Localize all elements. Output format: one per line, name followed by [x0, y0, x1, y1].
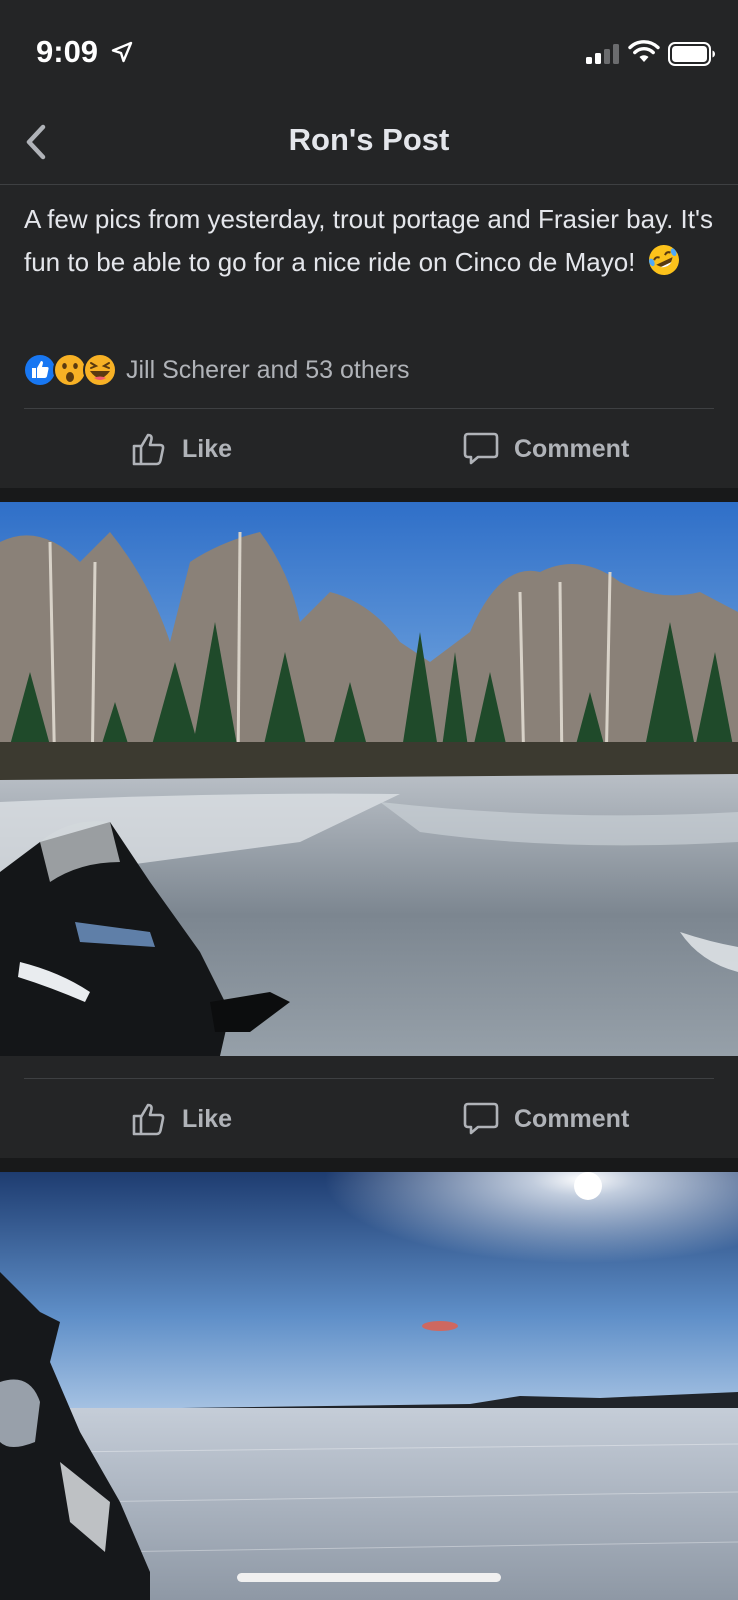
comment-bubble-icon	[463, 432, 499, 465]
battery-icon	[668, 42, 715, 66]
like-button[interactable]: Like	[130, 1081, 232, 1157]
page-title: Ron's Post	[288, 122, 450, 157]
comment-label: Comment	[514, 1104, 630, 1133]
nav-bar: Ron's Post	[0, 100, 738, 185]
reactions-summary-text: Jill Scherer and 53 others	[126, 355, 410, 384]
post-body: A few pics from yesterday, trout portage…	[24, 198, 714, 284]
divider	[24, 1078, 714, 1079]
post-action-bar: Like Comment	[0, 411, 738, 487]
post-text: A few pics from yesterday, trout portage…	[24, 204, 713, 277]
section-separator	[0, 488, 738, 502]
thumbs-up-icon	[132, 1103, 165, 1136]
reactions-summary[interactable]: Jill Scherer and 53 others	[22, 352, 409, 388]
home-indicator[interactable]	[237, 1573, 501, 1582]
rolling-on-floor-laughing-emoji-icon	[648, 245, 679, 275]
reaction-icons	[22, 352, 120, 388]
cellular-signal-icon	[586, 44, 619, 64]
haha-reaction-icon	[83, 353, 117, 387]
status-bar: 9:09	[0, 0, 738, 100]
like-button[interactable]: Like	[130, 411, 232, 487]
location-arrow-icon	[111, 41, 133, 63]
thumbs-up-icon	[132, 433, 165, 466]
section-separator	[0, 1158, 738, 1172]
comment-bubble-icon	[463, 1102, 499, 1135]
comment-label: Comment	[514, 434, 630, 463]
wifi-icon	[628, 40, 660, 62]
comment-button[interactable]: Comment	[462, 1081, 629, 1157]
divider	[24, 408, 714, 409]
snowmobile-on-frozen-lake-photo	[0, 502, 738, 1056]
status-time: 9:09	[36, 34, 99, 69]
like-label: Like	[182, 434, 233, 463]
post-screen: 9:09 Ron's Post A few pics from yesterda…	[0, 0, 738, 1600]
frozen-lake-horizon-photo	[0, 1172, 738, 1600]
post-photo-1[interactable]	[0, 502, 738, 1056]
comment-button[interactable]: Comment	[462, 411, 629, 487]
post-photo-2[interactable]	[0, 1172, 738, 1600]
like-label: Like	[182, 1104, 233, 1133]
photo-action-bar: Like Comment	[0, 1081, 738, 1157]
